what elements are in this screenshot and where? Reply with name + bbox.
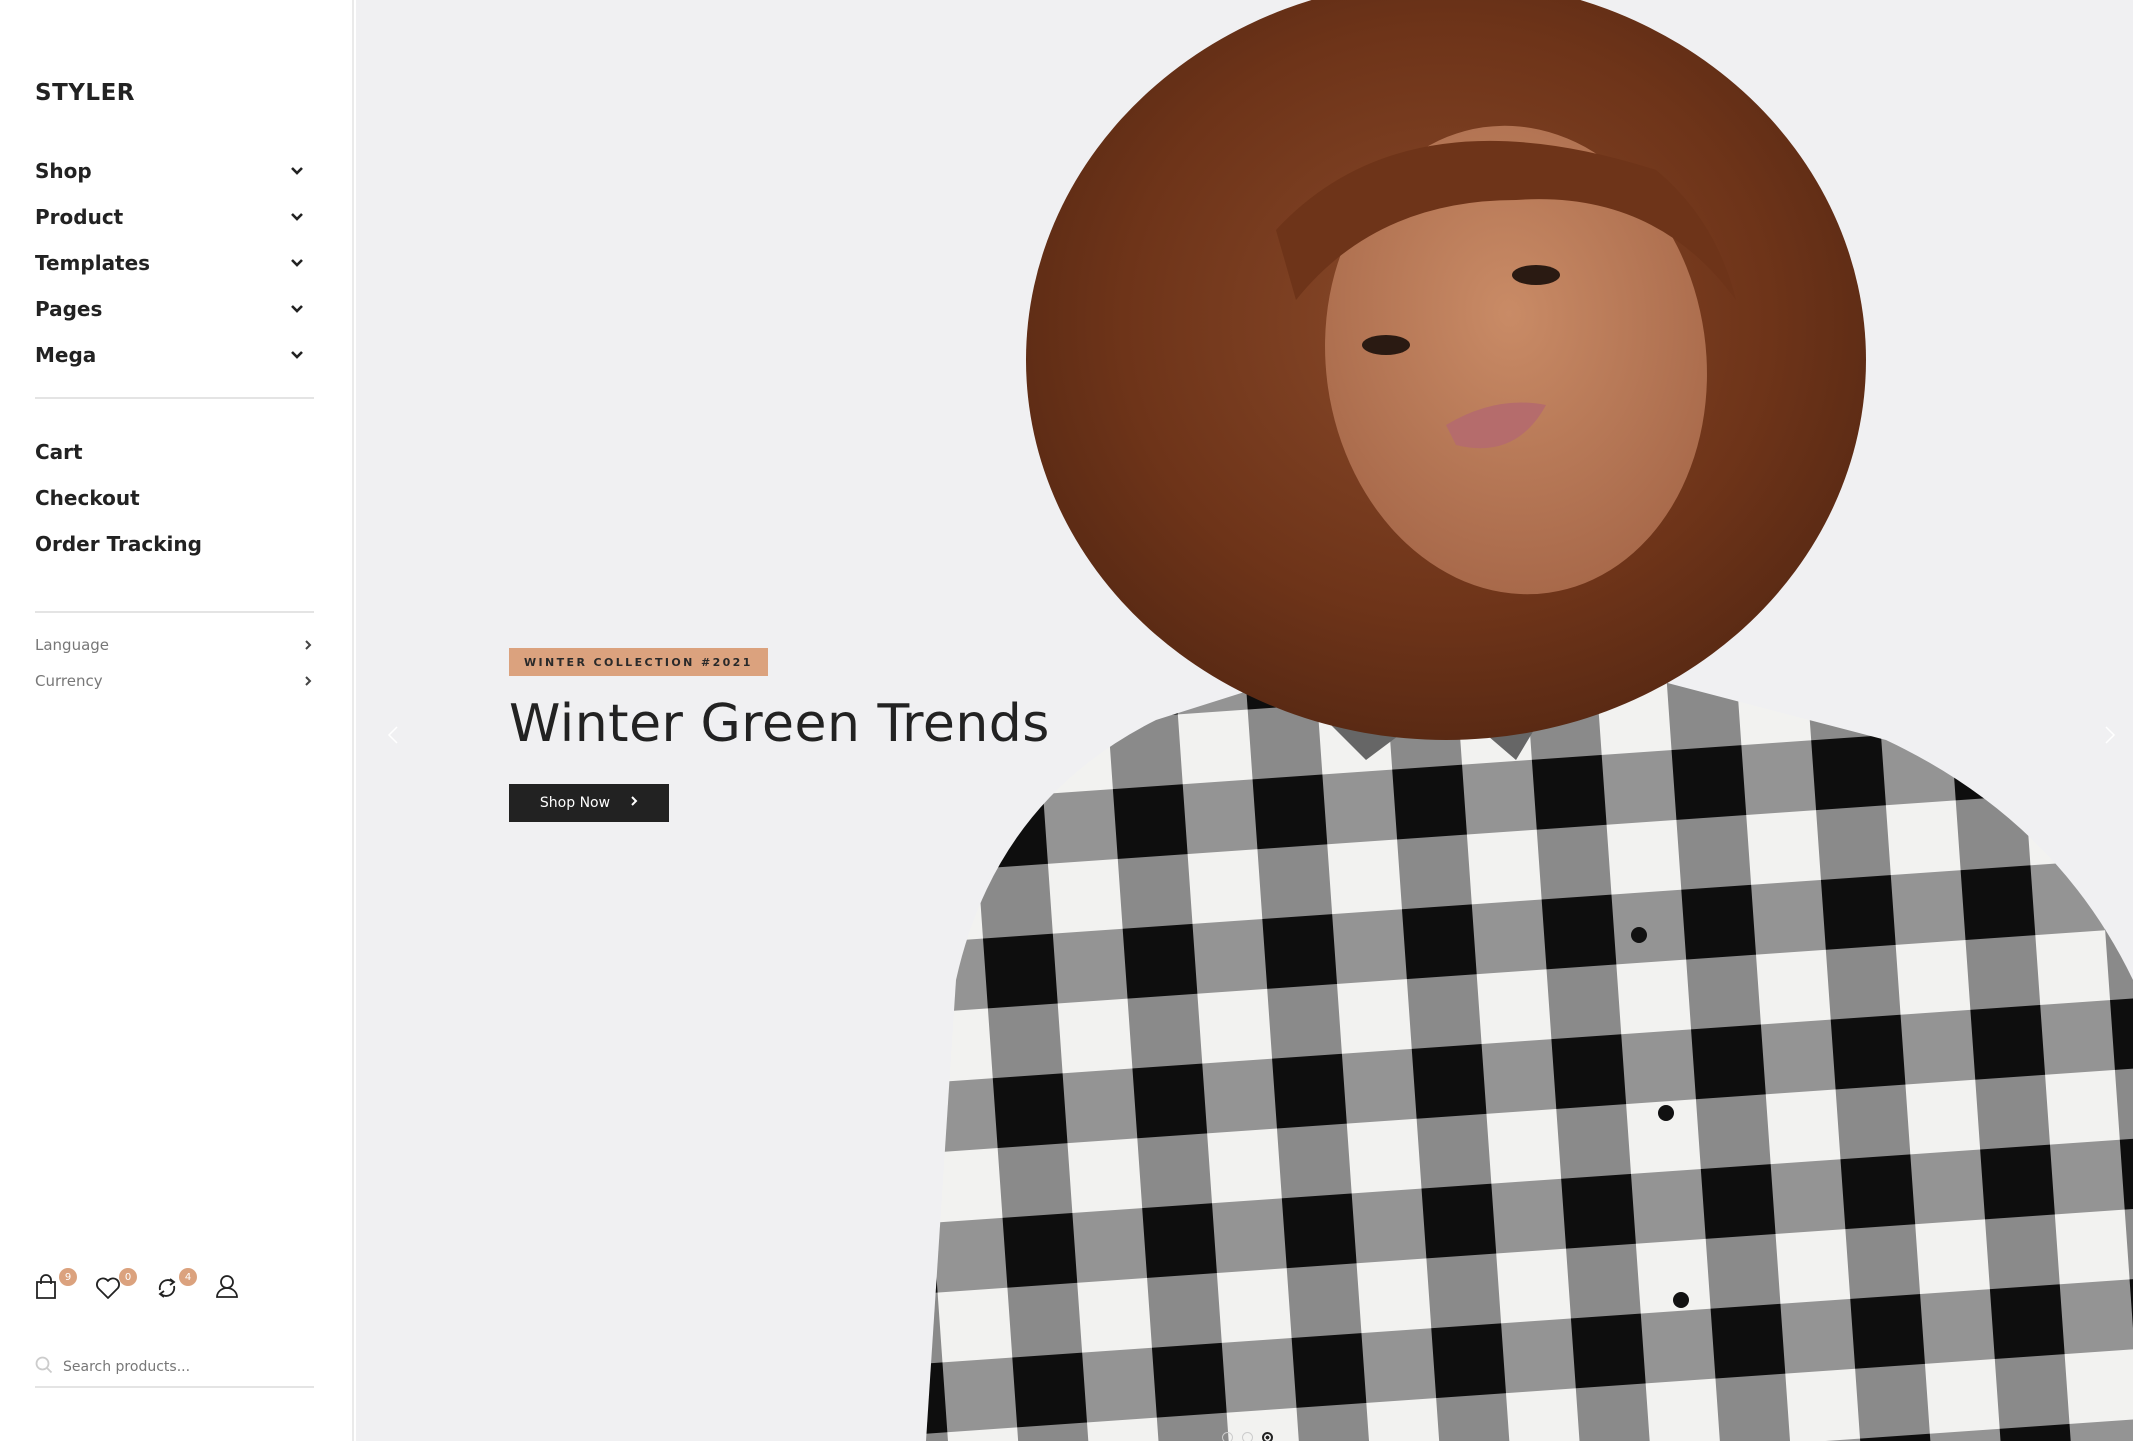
slider-next-button[interactable] (2095, 722, 2125, 752)
chevron-down-icon[interactable] (285, 251, 309, 275)
refresh-compare-icon (155, 1276, 179, 1304)
chevron-right-icon (2104, 725, 2116, 749)
menu-item-pages[interactable]: Pages (35, 286, 315, 332)
shopping-bag-icon (35, 1274, 57, 1304)
chevron-right-icon (301, 638, 315, 652)
search-bar (35, 1348, 314, 1388)
menu-item-templates[interactable]: Templates (35, 240, 315, 286)
slider-pagination (1222, 1432, 1273, 1441)
hero-headline: Winter Green Trends (509, 694, 1050, 754)
slider-prev-button[interactable] (378, 722, 408, 752)
logo[interactable]: STYLER (35, 80, 135, 106)
menu-item-label: Templates (35, 251, 151, 275)
menu-item-product[interactable]: Product (35, 194, 315, 240)
menu-item-mega[interactable]: Mega (35, 332, 315, 378)
search-icon (35, 1356, 53, 1378)
chevron-right-icon (630, 795, 638, 811)
main-menu: Shop Product Templates Pages Mega (35, 148, 315, 378)
setting-currency[interactable]: Currency (35, 663, 315, 699)
divider (35, 397, 314, 399)
setting-language[interactable]: Language (35, 627, 315, 663)
search-input[interactable] (63, 1359, 303, 1375)
cart-count-badge: 9 (59, 1268, 77, 1286)
account-button[interactable] (215, 1270, 245, 1304)
divider (35, 611, 314, 613)
collection-tag: WINTER COLLECTION #2021 (509, 648, 768, 676)
slide-dot-2[interactable] (1242, 1432, 1253, 1441)
link-order-tracking[interactable]: Order Tracking (35, 521, 315, 567)
wishlist-button[interactable]: 0 (95, 1268, 137, 1304)
chevron-down-icon[interactable] (285, 159, 309, 183)
link-checkout[interactable]: Checkout (35, 475, 315, 521)
setting-label: Currency (35, 672, 103, 690)
user-icon (215, 1274, 239, 1304)
setting-label: Language (35, 636, 110, 654)
hero-slider: WINTER COLLECTION #2021 Winter Green Tre… (356, 0, 2133, 1441)
menu-item-label: Pages (35, 297, 103, 321)
compare-count-badge: 4 (179, 1268, 197, 1286)
settings-list: Language Currency (35, 627, 315, 699)
hero-caption: WINTER COLLECTION #2021 Winter Green Tre… (509, 648, 1050, 822)
wishlist-count-badge: 0 (119, 1268, 137, 1286)
menu-item-label: Product (35, 205, 124, 229)
chevron-left-icon (387, 725, 399, 749)
cart-button[interactable]: 9 (35, 1268, 77, 1304)
sidebar: STYLER Shop Product Templates Pages Mega… (0, 0, 354, 1441)
header-icons: 9 0 4 (35, 1268, 245, 1304)
slide-dot-3[interactable] (1262, 1432, 1273, 1441)
chevron-down-icon[interactable] (285, 343, 309, 367)
compare-button[interactable]: 4 (155, 1268, 197, 1304)
shop-now-label: Shop Now (539, 795, 611, 811)
quick-links: Cart Checkout Order Tracking (35, 429, 315, 567)
link-cart[interactable]: Cart (35, 429, 315, 475)
slide-dot-1[interactable] (1222, 1432, 1233, 1441)
menu-item-label: Mega (35, 343, 97, 367)
heart-icon (95, 1276, 121, 1304)
shop-now-button[interactable]: Shop Now (509, 784, 669, 822)
chevron-right-icon (301, 674, 315, 688)
menu-item-shop[interactable]: Shop (35, 148, 315, 194)
chevron-down-icon[interactable] (285, 205, 309, 229)
chevron-down-icon[interactable] (285, 297, 309, 321)
menu-item-label: Shop (35, 159, 92, 183)
